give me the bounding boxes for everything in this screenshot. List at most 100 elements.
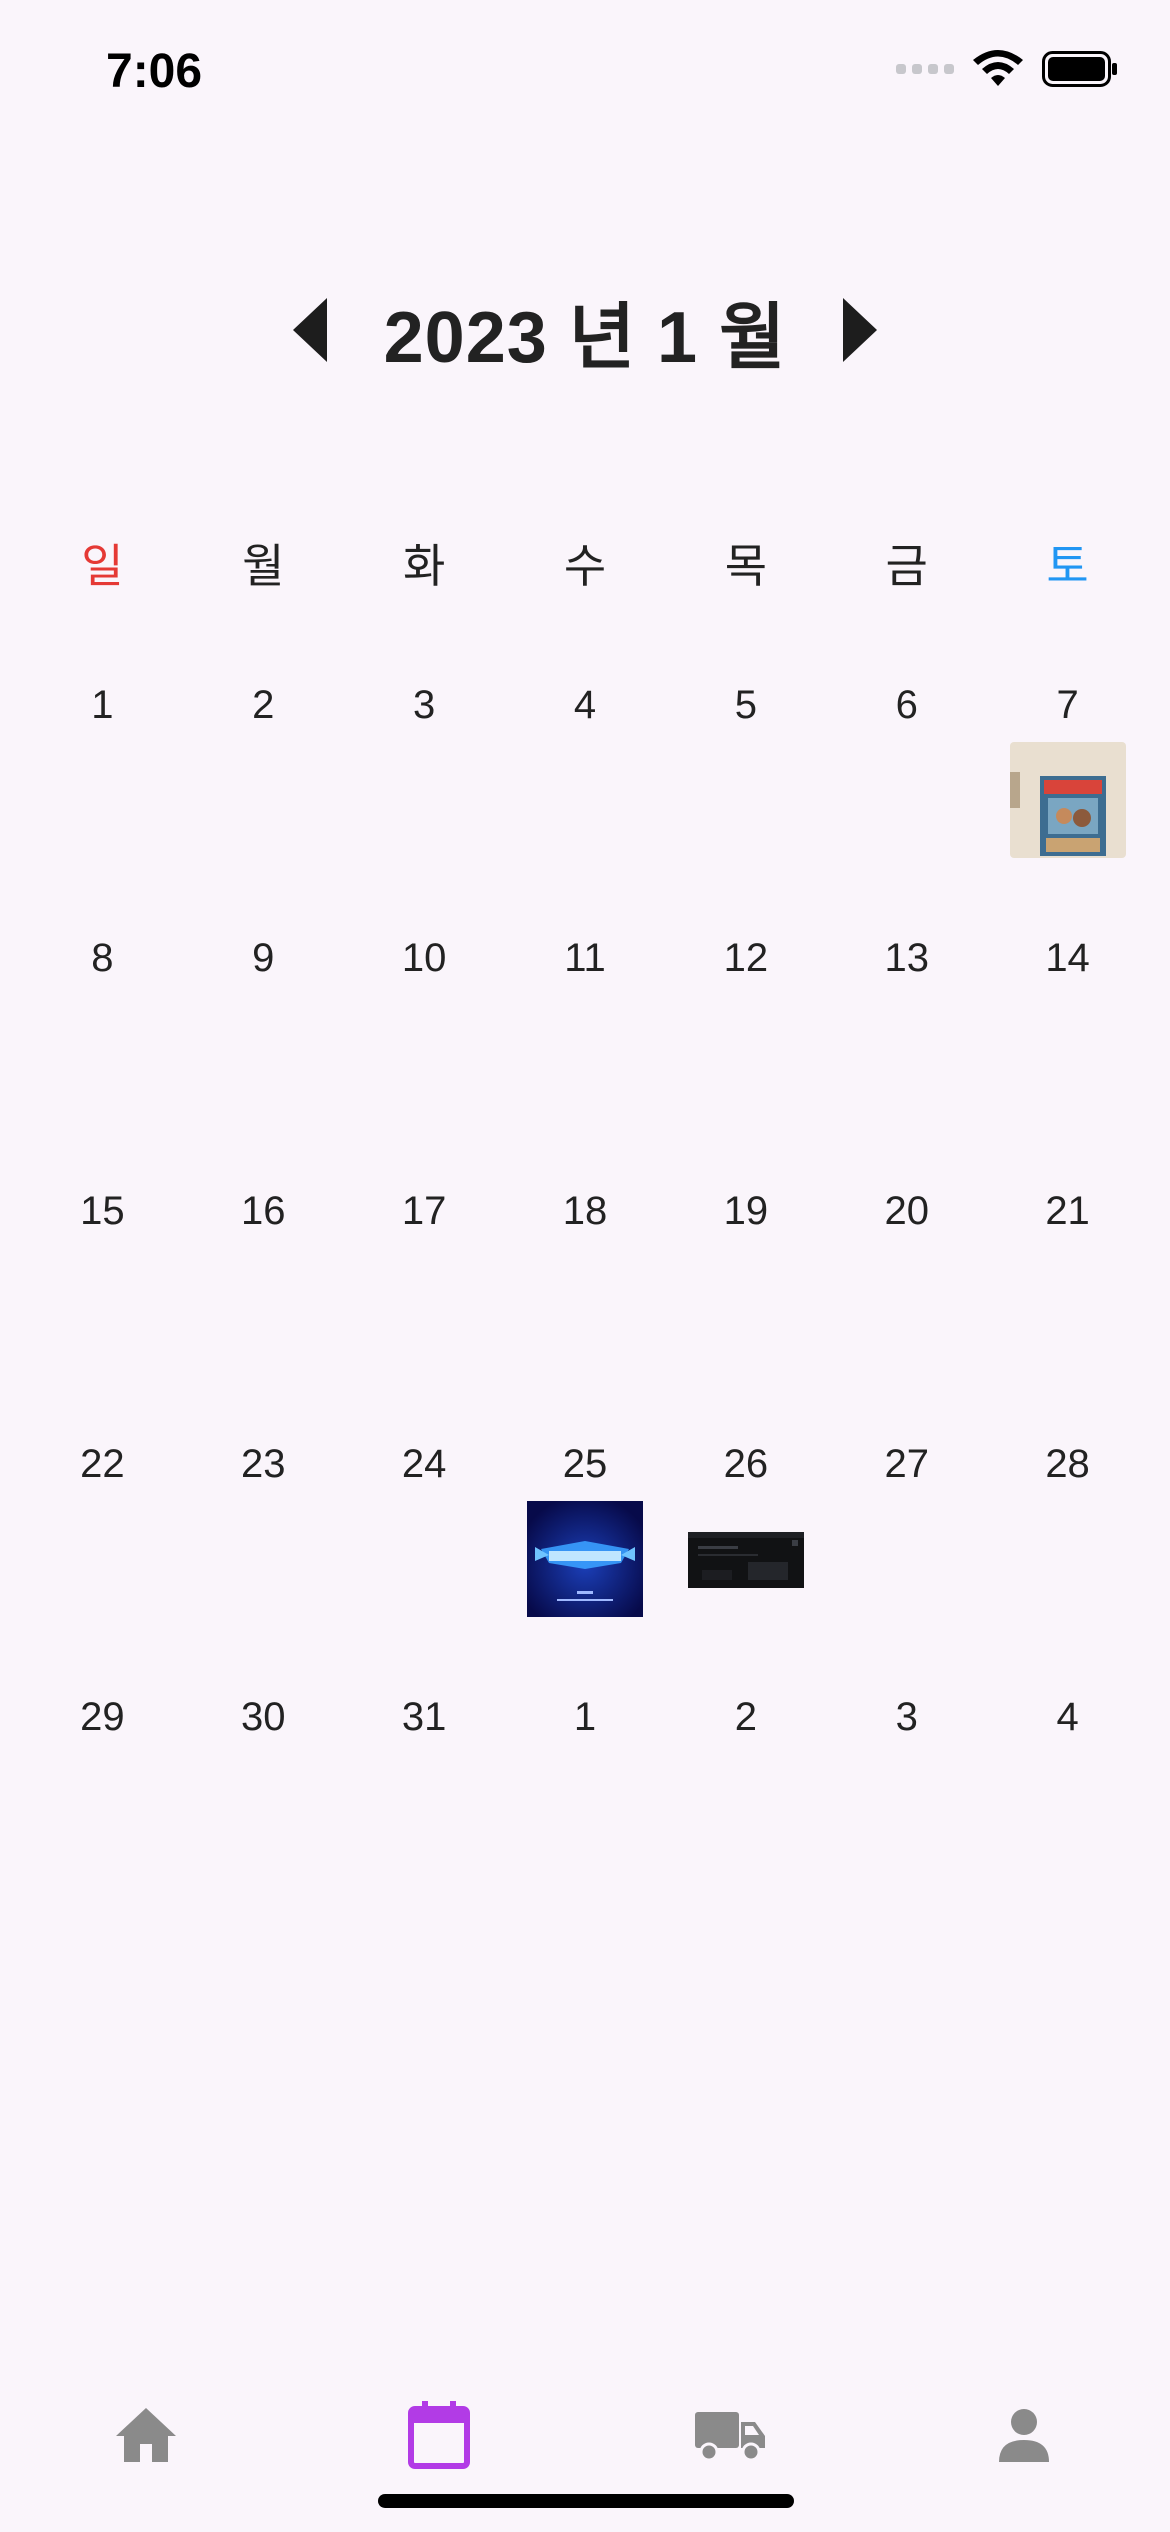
status-time: 7:06 [106,45,203,98]
day-cell[interactable]: 11 [505,928,666,1181]
day-number: 13 [884,936,929,980]
day-number: 11 [564,936,606,980]
next-month-button[interactable] [840,295,880,365]
day-cell[interactable]: 4 [987,1687,1148,1940]
weekday-sunday: 일 [81,539,124,593]
day-number: 7 [1056,683,1079,727]
day-cell[interactable]: 13 [826,928,987,1181]
day-number: 9 [252,936,275,980]
day-number: 29 [80,1695,125,1739]
day-number: 3 [895,1695,918,1739]
status-icons [896,50,1118,88]
day-number: 22 [80,1442,125,1486]
day-cell[interactable]: 31 [344,1687,505,1940]
nav-profile-button[interactable] [878,2380,1170,2490]
day-cell[interactable]: 4 [505,675,666,928]
weekday-friday: 금 [885,539,928,593]
bottom-navigation [0,2380,1170,2490]
truck-icon [695,2412,766,2462]
person-icon [998,2409,1049,2462]
day-cell[interactable]: 29 [22,1687,183,1940]
day-number: 4 [1056,1695,1079,1739]
day-number: 23 [241,1442,286,1486]
calendar-grid: 1 2 3 4 5 6 7 8 9 10 11 12 13 14 15 16 1… [22,675,1148,1940]
dark-screenshot-thumbnail[interactable] [687,1532,804,1588]
day-cell[interactable]: 17 [344,1181,505,1434]
weekday-header: 일 월 화 수 목 금 토 [22,530,1148,596]
day-number: 18 [562,1189,608,1233]
weekday-tuesday: 화 [402,539,446,593]
day-cell[interactable]: 27 [826,1434,987,1687]
day-cell[interactable]: 12 [665,928,826,1181]
day-cell[interactable]: 14 [987,928,1148,1181]
day-cell[interactable]: 28 [987,1434,1148,1687]
day-number: 30 [241,1695,286,1739]
day-cell[interactable]: 25 [505,1434,666,1687]
cellular-signal-icon [896,64,954,74]
weekday-saturday: 토 [1046,539,1089,593]
blue-logo-thumbnail[interactable] [526,1501,643,1617]
day-number: 15 [80,1189,125,1233]
day-cell[interactable]: 2 [183,675,344,928]
day-cell[interactable]: 7 [987,675,1148,928]
day-cell[interactable]: 1 [22,675,183,928]
month-header: 2023 년 1 월 [0,280,1170,380]
day-cell[interactable]: 19 [665,1181,826,1434]
day-number: 4 [573,683,597,727]
month-title: 2023 년 1 월 [383,297,787,378]
day-cell[interactable]: 21 [987,1181,1148,1434]
day-cell[interactable]: 22 [22,1434,183,1687]
status-bar: 7:06 [0,0,1170,140]
day-number: 1 [573,1695,597,1739]
prev-month-button[interactable] [290,295,330,365]
weekday-monday: 월 [242,539,285,593]
nav-delivery-button[interactable] [585,2380,878,2490]
day-cell[interactable]: 23 [183,1434,344,1687]
day-cell[interactable]: 15 [22,1181,183,1434]
day-number: 20 [884,1189,929,1233]
day-number: 16 [241,1189,286,1233]
day-number: 27 [884,1442,929,1486]
day-cell[interactable]: 26 [665,1434,826,1687]
day-number: 12 [723,936,769,980]
day-number: 5 [734,683,757,727]
weekday-thursday: 목 [724,539,768,593]
caret-left-icon [292,298,327,362]
day-cell[interactable]: 20 [826,1181,987,1434]
day-cell[interactable]: 5 [665,675,826,928]
day-cell[interactable]: 30 [183,1687,344,1940]
day-number: 17 [401,1189,447,1233]
day-cell[interactable]: 1 [505,1687,666,1940]
nav-calendar-button[interactable] [293,2380,586,2490]
day-number: 10 [401,936,447,980]
day-cell[interactable]: 8 [22,928,183,1181]
day-cell[interactable]: 9 [183,928,344,1181]
battery-icon [1042,51,1117,87]
day-number: 6 [895,683,918,727]
day-cell[interactable]: 18 [505,1181,666,1434]
weekday-wednesday: 수 [563,539,607,593]
day-number: 26 [723,1442,769,1486]
day-cell[interactable]: 24 [344,1434,505,1687]
day-number: 28 [1045,1442,1090,1486]
day-cell[interactable]: 16 [183,1181,344,1434]
home-indicator[interactable] [378,2494,794,2508]
day-cell[interactable]: 3 [344,675,505,928]
movie-poster-thumbnail[interactable] [1009,742,1126,858]
day-number: 25 [562,1442,608,1486]
day-number: 3 [413,683,436,727]
day-number: 1 [91,683,114,727]
day-number: 14 [1045,936,1090,980]
day-number: 31 [401,1695,447,1739]
nav-home-button[interactable] [0,2380,293,2490]
day-number: 24 [401,1442,447,1486]
day-cell[interactable]: 3 [826,1687,987,1940]
calendar-icon [407,2401,470,2469]
day-number: 21 [1045,1189,1090,1233]
day-cell[interactable]: 6 [826,675,987,928]
day-number: 2 [734,1695,757,1739]
day-cell[interactable]: 2 [665,1687,826,1940]
day-number: 19 [723,1189,769,1233]
day-number: 2 [252,683,275,727]
day-cell[interactable]: 10 [344,928,505,1181]
